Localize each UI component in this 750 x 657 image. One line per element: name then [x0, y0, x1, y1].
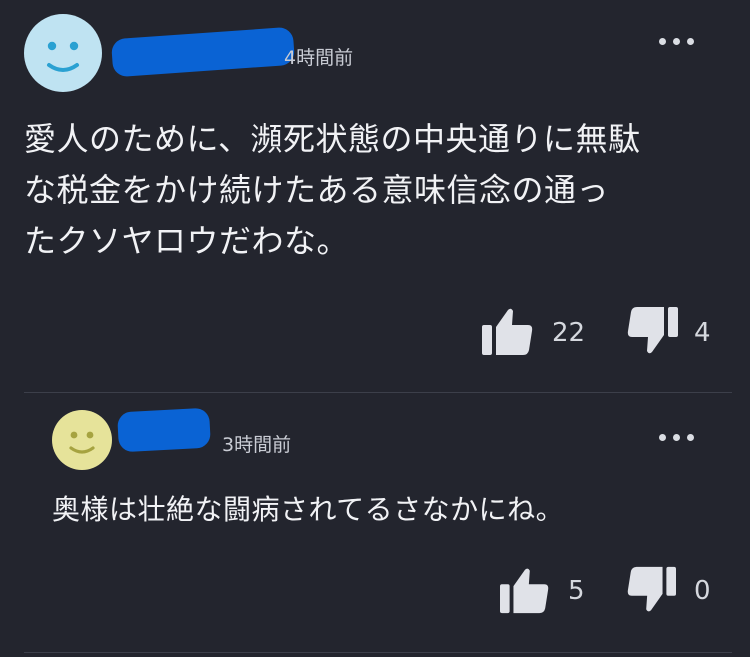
redacted-username	[110, 26, 296, 78]
thumbs-down-icon	[627, 307, 678, 354]
like-count: 5	[568, 576, 585, 606]
comment-time: 4時間前	[284, 47, 354, 69]
thumbs-down-icon	[627, 566, 676, 612]
reply-text: 奥様は壮絶な闘病されてるさなかにね。	[52, 490, 732, 530]
thumbs-up-icon	[500, 568, 549, 614]
dislike-count: 0	[694, 576, 711, 606]
smiley-face-icon	[47, 41, 79, 72]
avatar[interactable]	[52, 410, 112, 470]
dislike-button[interactable]	[626, 305, 678, 357]
like-count: 22	[552, 318, 586, 348]
redacted-username	[117, 407, 211, 453]
avatar[interactable]	[24, 14, 102, 92]
like-button[interactable]	[500, 565, 550, 615]
comment-text-line: たクソヤロウだわな。	[24, 222, 350, 260]
more-dots-icon[interactable]	[659, 434, 694, 441]
reply-time: 3時間前	[222, 434, 292, 456]
divider	[24, 392, 732, 393]
smiley-face-icon	[69, 431, 95, 454]
thumbs-up-icon	[482, 308, 533, 355]
dislike-count: 4	[694, 318, 711, 348]
comment-text-line: な税金をかけ続けたある意味信念の通っ	[24, 171, 610, 209]
dislike-button[interactable]	[626, 565, 676, 615]
like-button[interactable]	[482, 305, 534, 357]
reply-text-line: 奥様は壮絶な闘病されてるさなかにね。	[52, 493, 565, 526]
comment-text: 愛人のために、瀕死状態の中央通りに無駄 な税金をかけ続けたある意味信念の通っ た…	[24, 114, 734, 267]
more-dots-icon[interactable]	[659, 38, 694, 45]
comment-text-line: 愛人のために、瀕死状態の中央通りに無駄	[24, 120, 641, 158]
divider	[24, 652, 732, 653]
